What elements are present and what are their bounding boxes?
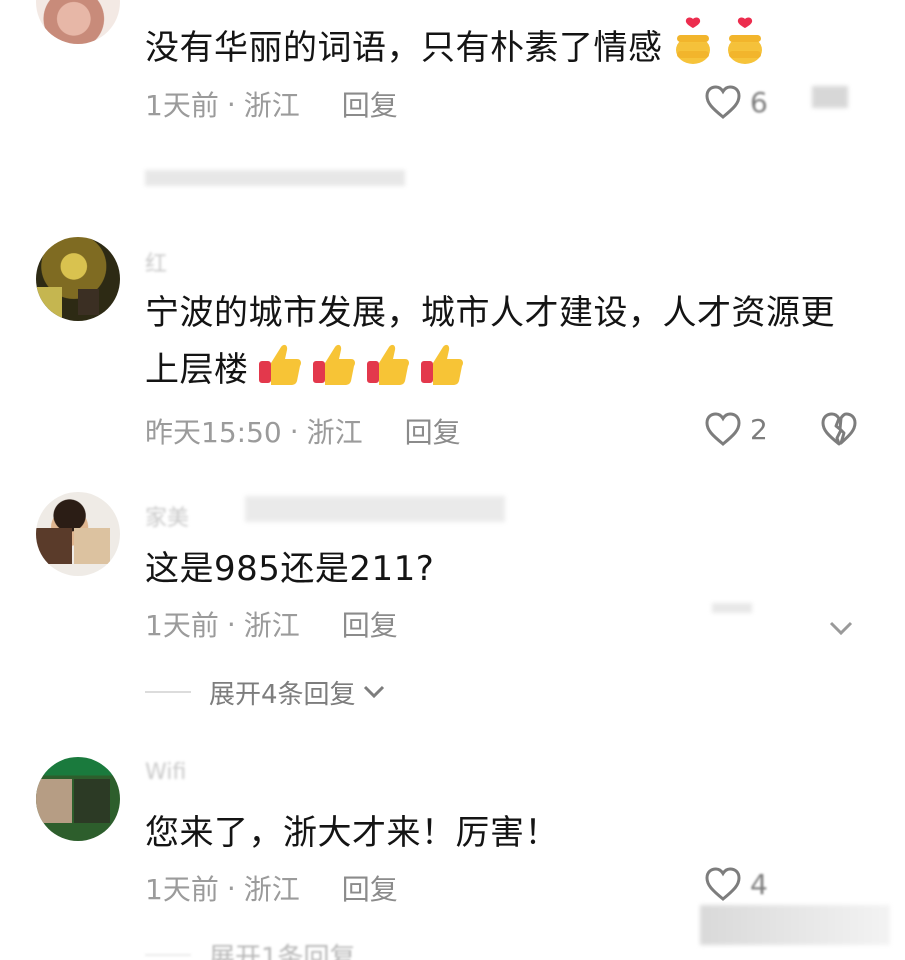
reply-button[interactable]: 回复 [342,868,398,908]
username[interactable]: 家美 [145,500,189,532]
avatar-mosaic [36,779,72,823]
username[interactable]: 红 [145,246,167,278]
broken-heart-icon [821,412,857,446]
comment-text-content: 没有华丽的词语，只有朴素了情感 [145,28,663,68]
blur-mask [245,496,505,522]
finger-heart-emoji [671,17,715,82]
separator: · [226,871,236,905]
blur-mask [145,170,405,186]
like-count: 6 [750,85,768,119]
avatar[interactable] [36,492,120,576]
dislike-button[interactable] [820,411,858,451]
avatar[interactable] [36,0,120,44]
comment-text: 这是985还是211? [145,549,435,589]
separator: · [226,607,236,641]
avatar[interactable] [36,757,120,841]
comment-text-line: 宁波的城市发展，城市人才建设，人才资源更 [145,293,835,333]
blur-mask [812,86,848,108]
comment-location: 浙江 [243,873,300,906]
avatar-mosaic [36,287,62,321]
comment-time: 1天前 [145,873,219,906]
comment-text-line: 上层楼 [145,341,465,404]
avatar-mosaic [74,779,110,823]
expand-replies-button[interactable]: 展开1条回复 [145,935,356,960]
watermark-bar [700,905,890,945]
heart-icon [705,85,741,119]
chevron-down-icon [362,677,386,707]
comment-time: 昨天15:50 [145,416,282,449]
separator: · [289,414,299,448]
divider [145,954,191,956]
heart-icon [705,412,741,446]
comment-time: 1天前 [145,609,219,642]
reply-button[interactable]: 回复 [342,604,398,644]
reply-button[interactable]: 回复 [405,411,461,451]
thumbs-up-emoji [311,341,357,404]
comment-location: 浙江 [243,609,300,642]
comment-meta: 1天前 · 浙江 回复 [145,604,398,644]
expand-replies-label: 展开1条回复 [209,942,356,960]
heart-icon [705,867,741,901]
chevron-down-icon[interactable] [828,620,854,640]
expand-replies-button[interactable]: 展开4条回复 [145,672,386,712]
like-button[interactable]: 4 [704,866,768,902]
username[interactable]: Wifi [145,760,186,785]
avatar[interactable] [36,237,120,321]
comment-location: 浙江 [243,89,300,122]
thumbs-up-emoji [257,341,303,404]
like-button[interactable]: 2 [704,411,768,447]
comment-meta: 昨天15:50 · 浙江 回复 [145,411,461,451]
finger-heart-emoji [723,17,767,82]
like-count: 4 [750,867,768,901]
comment-location: 浙江 [306,416,363,449]
comment-meta: 1天前 · 浙江 回复 [145,84,398,124]
comment-text: 没有华丽的词语，只有朴素了情感 [145,17,767,82]
avatar-mosaic [74,528,110,564]
like-button[interactable]: 6 [704,84,768,120]
separator: · [226,87,236,121]
thumbs-up-emoji [419,341,465,404]
expand-replies-label: 展开4条回复 [209,679,356,710]
comment-list: 没有华丽的词语，只有朴素了情感 1天前 · 浙江 回复 6 红 宁波的城市发展，… [0,0,905,960]
comment-time: 1天前 [145,89,219,122]
comment-text-content: 上层楼 [145,350,249,390]
blur-mask [712,603,752,613]
reply-button[interactable]: 回复 [342,84,398,124]
like-count: 2 [750,412,768,446]
divider [145,691,191,693]
comment-meta: 1天前 · 浙江 回复 [145,868,398,908]
comment-text: 您来了，浙大才来！厉害！ [145,813,559,853]
thumbs-up-emoji [365,341,411,404]
avatar-mosaic [36,528,72,564]
